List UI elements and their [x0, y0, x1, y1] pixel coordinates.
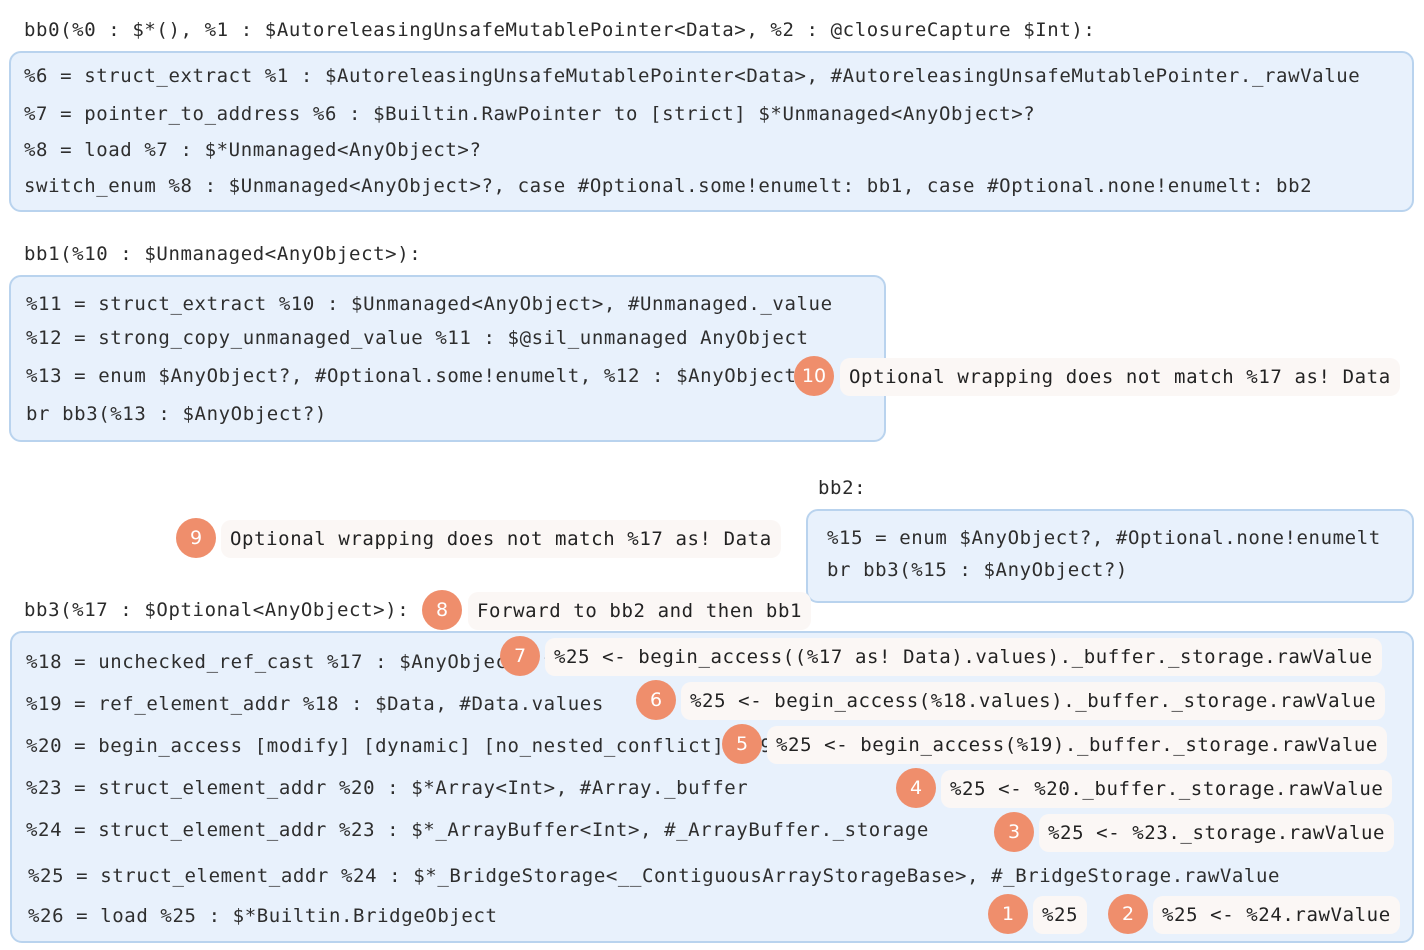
bb3-line-5: %24 = struct_element_addr %23 : $*_Array… [26, 819, 929, 841]
bb3-line-7: %26 = load %25 : $*Builtin.BridgeObject [28, 905, 498, 927]
annotation-8-note: Forward to bb2 and then bb1 [468, 592, 812, 630]
annotation-2-note: %25 <- %24.rawValue [1153, 896, 1400, 934]
annotation-7-badge: 7 [500, 636, 540, 676]
annotation-7-note: %25 <- begin_access((%17 as! Data).value… [545, 638, 1382, 676]
annotation-3-badge: 3 [994, 812, 1034, 852]
bb2-block [806, 509, 1414, 603]
bb0-line-3: %8 = load %7 : $*Unmanaged<AnyObject>? [24, 139, 482, 161]
bb1-line-2: %12 = strong_copy_unmanaged_value %11 : … [26, 327, 809, 349]
bb3-line-3: %20 = begin_access [modify] [dynamic] [n… [26, 735, 773, 757]
annotation-2-badge: 2 [1108, 894, 1148, 934]
bb2-line-2: br bb3(%15 : $AnyObject?) [827, 559, 1128, 581]
bb2-header: bb2: [818, 477, 867, 499]
bb1-line-4: br bb3(%13 : $AnyObject?) [26, 403, 327, 425]
annotation-10-badge: 10 [794, 356, 834, 396]
bb3-line-2: %19 = ref_element_addr %18 : $Data, #Dat… [26, 693, 604, 715]
annotation-4-badge: 4 [896, 768, 936, 808]
annotation-1-note: %25 [1033, 896, 1088, 934]
bb1-line-1: %11 = struct_extract %10 : $Unmanaged<An… [26, 293, 833, 315]
annotation-10-note: Optional wrapping does not match %17 as!… [840, 358, 1400, 396]
annotation-4-note: %25 <- %20._buffer._storage.rawValue [941, 770, 1393, 808]
annotation-6-badge: 6 [636, 680, 676, 720]
annotation-9-badge: 9 [176, 518, 216, 558]
annotation-1-badge: 1 [988, 894, 1028, 934]
bb0-line-1: %6 = struct_extract %1 : $AutoreleasingU… [24, 65, 1361, 87]
bb3-header: bb3(%17 : $Optional<AnyObject>): [24, 599, 410, 621]
annotation-9-note: Optional wrapping does not match %17 as!… [221, 520, 781, 558]
bb2-line-1: %15 = enum $AnyObject?, #Optional.none!e… [827, 527, 1381, 549]
bb0-header: bb0(%0 : $*(), %1 : $AutoreleasingUnsafe… [24, 19, 1096, 41]
bb1-header: bb1(%10 : $Unmanaged<AnyObject>): [24, 243, 422, 265]
bb3-line-6: %25 = struct_element_addr %24 : $*_Bridg… [28, 865, 1281, 887]
bb3-line-4: %23 = struct_element_addr %20 : $*Array<… [26, 777, 749, 799]
annotation-5-note: %25 <- begin_access(%19)._buffer._storag… [767, 726, 1387, 764]
bb1-line-3: %13 = enum $AnyObject?, #Optional.some!e… [26, 365, 797, 387]
annotation-3-note: %25 <- %23._storage.rawValue [1039, 814, 1395, 852]
bb0-line-2: %7 = pointer_to_address %6 : $Builtin.Ra… [24, 103, 1036, 125]
annotation-5-badge: 5 [722, 724, 762, 764]
annotation-6-note: %25 <- begin_access(%18.values)._buffer.… [681, 682, 1386, 720]
bb0-line-4: switch_enum %8 : $Unmanaged<AnyObject>?,… [24, 175, 1313, 197]
annotation-8-badge: 8 [422, 590, 462, 630]
